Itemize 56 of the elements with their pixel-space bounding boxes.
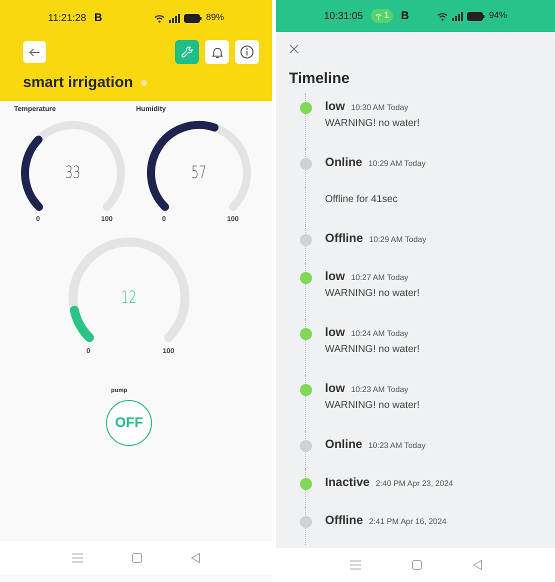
event-time: 10:24 AM Today [351, 328, 408, 340]
home-icon[interactable] [412, 560, 422, 570]
timeline-title: Timeline [288, 69, 351, 89]
wrench-icon [180, 46, 194, 58]
event-name: low [325, 380, 345, 396]
event-time: 10:23 AM Today [368, 440, 426, 452]
event-time: 10:29 AM Today [369, 234, 426, 246]
signal-icon [168, 14, 180, 22]
pump-toggle[interactable]: OFF [106, 400, 152, 446]
event-name: Online [325, 154, 362, 170]
wifi-icon [436, 12, 448, 20]
back-icon[interactable] [190, 553, 200, 563]
info-icon [240, 45, 254, 59]
battery-percent: 94% [488, 9, 507, 22]
event-time: 10:23 AM Today [351, 384, 408, 396]
event-time: 2:40 PM Apr 23, 2024 [376, 478, 454, 490]
event-time: 10:27 AM Today [351, 272, 408, 284]
event-message: Offline for 41sec [325, 192, 398, 206]
back-arrow-icon [29, 48, 40, 56]
close-icon[interactable] [289, 44, 299, 54]
bell-icon [210, 46, 224, 58]
signal-icon [452, 12, 463, 20]
status-letter: B [400, 8, 409, 24]
event-name: low [325, 98, 345, 114]
status-letter: B [94, 10, 102, 26]
battery-icon [466, 12, 485, 20]
event-time: 10:30 AM Today [351, 102, 408, 114]
toolbar-button[interactable] [205, 40, 229, 64]
back-button[interactable] [23, 41, 46, 63]
hotspot-badge: 1 [370, 9, 393, 23]
event-message: WARNING! no water! [325, 342, 420, 356]
event-message: WARNING! no water! [325, 116, 420, 130]
event-message: WARNING! no water! [325, 286, 420, 300]
event-name: Offline [325, 230, 363, 246]
gauge-value: 33 [65, 162, 81, 185]
event-message: WARNING! no water! [325, 398, 420, 412]
event-name: low [325, 324, 345, 340]
battery-icon [184, 14, 202, 22]
gauge-value: 57 [191, 162, 207, 185]
back-icon[interactable] [472, 560, 482, 570]
status-time: 11:21:28 [48, 12, 86, 26]
device-title: smart irrigation [23, 73, 134, 93]
menu-icon[interactable] [72, 553, 84, 563]
event-name: low [325, 268, 345, 284]
wifi-icon [154, 14, 165, 22]
status-time: 10:31:05 [324, 10, 363, 24]
event-time: 2:41 PM Apr 16, 2024 [369, 516, 446, 528]
gauge-value: 12 [121, 286, 137, 310]
event-name: Offline [325, 512, 363, 528]
event-name: Online [325, 436, 362, 452]
toolbar-button[interactable] [235, 40, 259, 64]
event-time: 10:29 AM Today [368, 158, 426, 170]
battery-percent: 89% [206, 11, 224, 24]
menu-icon[interactable] [350, 560, 360, 570]
event-name: Inactive [325, 474, 370, 490]
home-icon[interactable] [132, 553, 142, 563]
